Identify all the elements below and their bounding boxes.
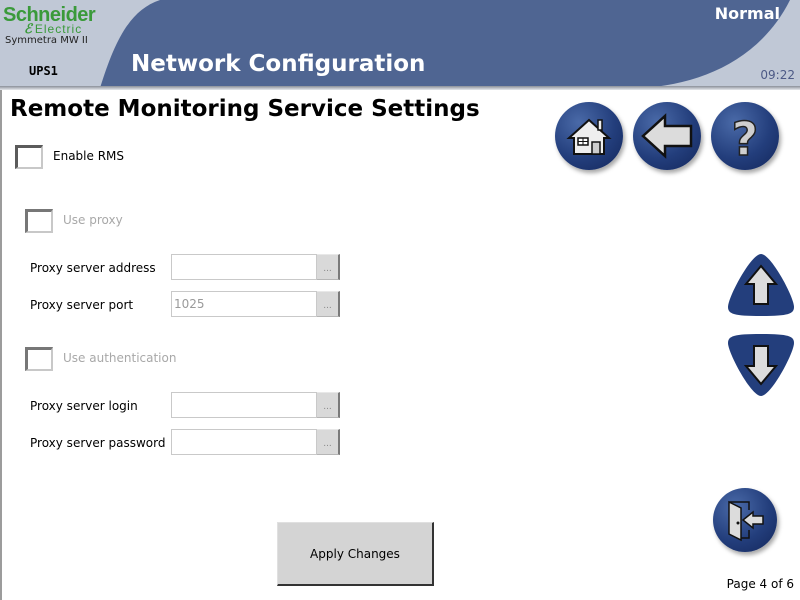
logout-door-icon [728, 500, 764, 542]
proxy-port-field: ... [171, 291, 340, 317]
use-proxy-checkbox[interactable] [25, 209, 53, 233]
proxy-password-field: ... [171, 429, 340, 455]
use-authentication-checkbox[interactable] [25, 347, 53, 371]
proxy-address-label: Proxy server address [30, 261, 156, 275]
proxy-address-browse-button[interactable]: ... [317, 254, 340, 280]
left-border [0, 90, 2, 600]
status-text: Normal [714, 4, 780, 23]
scroll-down-button[interactable] [726, 332, 796, 398]
enable-rms-label: Enable RMS [53, 149, 124, 163]
proxy-port-browse-button[interactable]: ... [317, 291, 340, 317]
section-title: Remote Monitoring Service Settings [10, 96, 480, 122]
exit-button[interactable] [713, 488, 777, 552]
proxy-login-label: Proxy server login [30, 399, 138, 413]
svg-text:?: ? [732, 112, 759, 166]
home-icon [566, 118, 612, 155]
back-button[interactable] [633, 102, 701, 170]
proxy-address-field: ... [171, 254, 340, 280]
proxy-login-field: ... [171, 392, 340, 418]
scroll-up-button[interactable] [726, 252, 796, 318]
page-title: Network Configuration [131, 51, 426, 77]
help-button[interactable]: ? [711, 102, 779, 170]
proxy-password-browse-button[interactable]: ... [317, 429, 340, 455]
proxy-address-input[interactable] [171, 254, 317, 280]
clock-time: 09:22 [760, 68, 795, 82]
apply-changes-button[interactable]: Apply Changes [277, 522, 434, 586]
header-divider [0, 86, 800, 90]
device-name: UPS1 [29, 64, 58, 78]
proxy-password-input[interactable] [171, 429, 317, 455]
use-proxy-label: Use proxy [63, 213, 123, 227]
proxy-login-input[interactable] [171, 392, 317, 418]
page-indicator: Page 4 of 6 [726, 577, 794, 591]
back-arrow-icon [641, 113, 693, 159]
proxy-port-input[interactable] [171, 291, 317, 317]
product-name: Symmetra MW II [5, 35, 88, 46]
use-authentication-label: Use authentication [63, 351, 177, 365]
proxy-login-browse-button[interactable]: ... [317, 392, 340, 418]
proxy-port-label: Proxy server port [30, 298, 134, 312]
proxy-password-label: Proxy server password [30, 436, 166, 450]
help-icon: ? [731, 111, 759, 167]
header-bar: Schneider ℰ Electric Symmetra MW II UPS1 … [0, 0, 800, 88]
enable-rms-checkbox[interactable] [15, 145, 43, 169]
home-button[interactable] [555, 102, 623, 170]
